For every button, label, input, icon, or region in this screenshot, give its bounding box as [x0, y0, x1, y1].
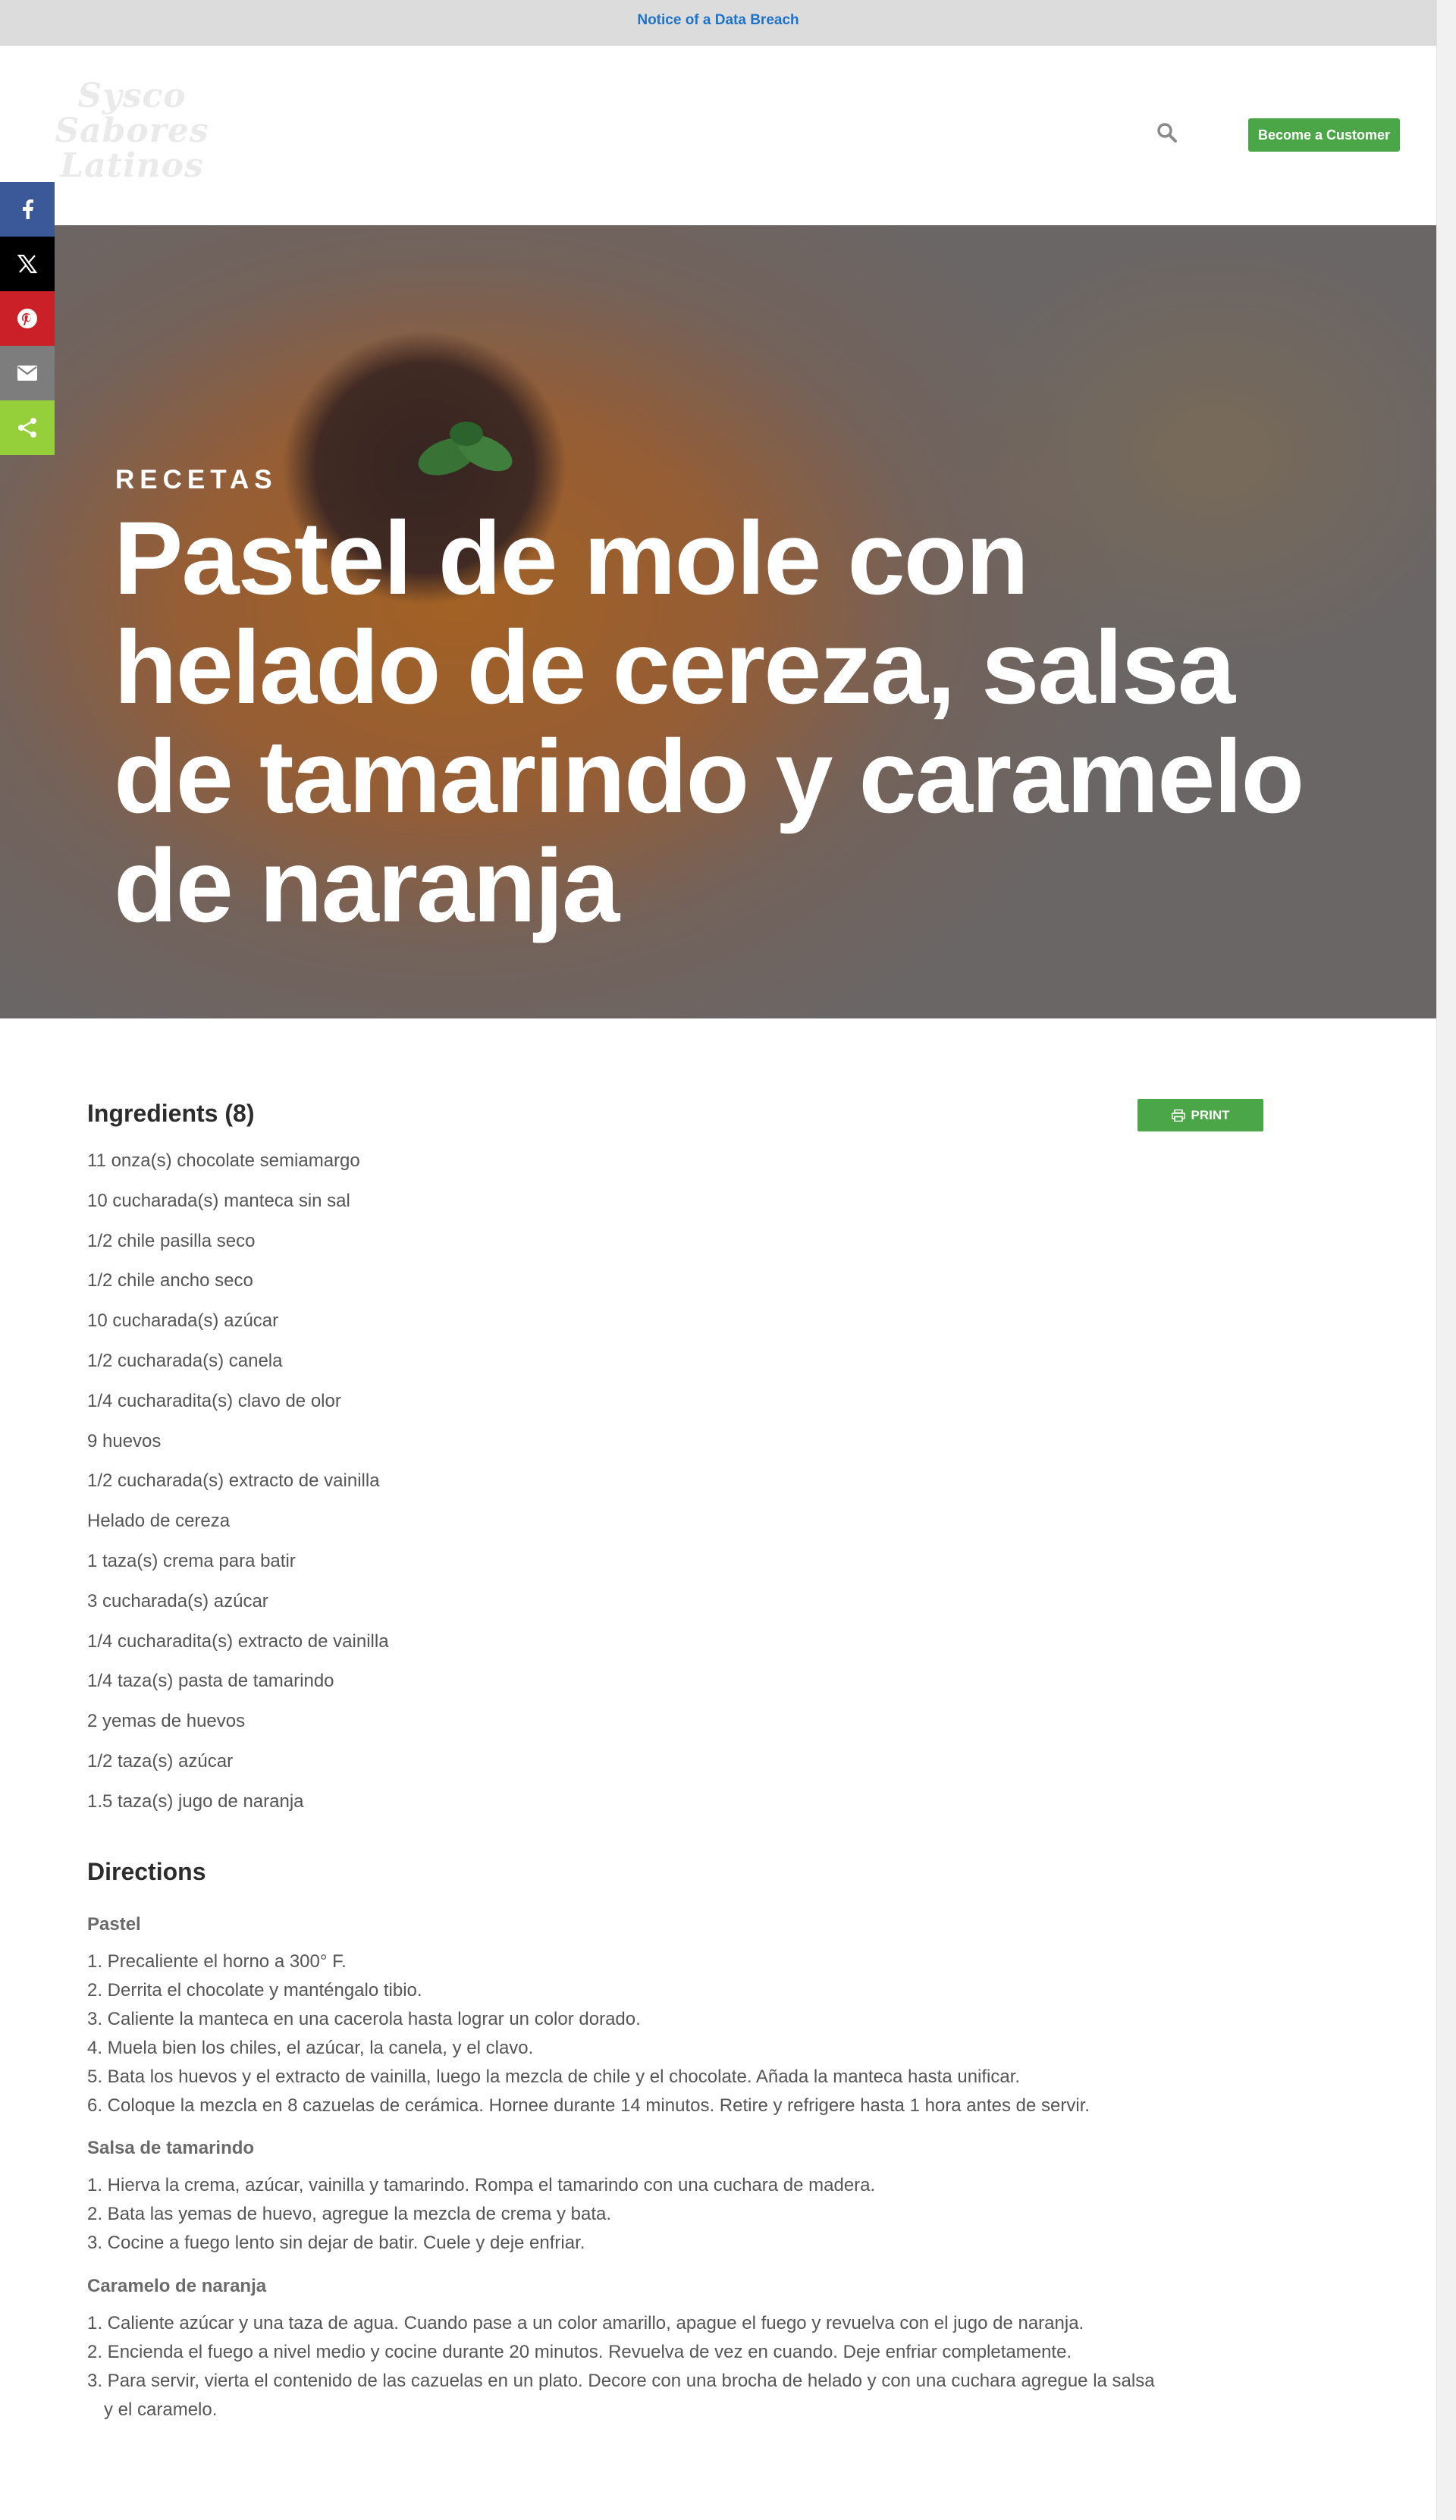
ingredient-item: 1/2 cucharada(s) canela: [87, 1350, 283, 1371]
step-item: 1. Caliente azúcar y una taza de agua. C…: [87, 2313, 1084, 2333]
site-header: Sysco Sabores Latinos Become a Customer: [0, 46, 1436, 225]
step-item: 6. Coloque la mezcla en 8 cazuelas de ce…: [87, 2095, 1090, 2116]
step-item: 2. Derrita el chocolate y manténgalo tib…: [87, 1980, 422, 2001]
ingredient-item: 9 huevos: [87, 1430, 162, 1451]
data-breach-notice-link[interactable]: Notice of a Data Breach: [637, 0, 799, 41]
site-logo[interactable]: Sysco Sabores Latinos: [44, 79, 220, 193]
email-icon: [17, 366, 37, 381]
more-share-button[interactable]: [0, 400, 55, 455]
steps-list: 1. Precaliente el horno a 300° F. 2. Der…: [87, 1947, 1164, 2120]
ingredient-item: 10 cucharada(s) manteca sin sal: [87, 1190, 350, 1211]
logo-text: Sysco Sabores Latinos: [55, 77, 209, 185]
become-customer-button[interactable]: Become a Customer: [1248, 118, 1400, 152]
directions-section-pastel: Pastel 1. Precaliente el horno a 300° F.…: [87, 1913, 1164, 2120]
notice-bar: Notice of a Data Breach: [0, 0, 1436, 46]
step-item: 1. Precaliente el horno a 300° F.: [87, 1951, 347, 1972]
email-share-button[interactable]: [0, 346, 55, 400]
step-item: 2. Encienda el fuego a nivel medio y coc…: [87, 2342, 1072, 2362]
ingredient-item: 11 onza(s) chocolate semiamargo: [87, 1150, 360, 1171]
ingredient-item: 1/2 taza(s) azúcar: [87, 1750, 234, 1772]
print-label: PRINT: [1191, 1107, 1230, 1122]
pinterest-share-button[interactable]: [0, 291, 55, 346]
page-scrollbar[interactable]: [1436, 0, 1456, 2520]
hero-banner: RECETAS Pastel de mole con helado de cer…: [0, 225, 1436, 1018]
step-item: 3. Para servir, vierta el contenido de l…: [87, 2371, 1155, 2420]
pinterest-icon: [17, 309, 37, 328]
hero-category: RECETAS: [115, 465, 278, 494]
ingredient-item: 1.5 taza(s) jugo de naranja: [87, 1790, 304, 1812]
step-item: 4. Muela bien los chiles, el azúcar, la …: [87, 2038, 534, 2058]
printer-icon: [1171, 1109, 1185, 1122]
ingredient-item: Helado de cereza: [87, 1511, 231, 1532]
x-share-button[interactable]: [0, 237, 55, 291]
ingredient-item: 2 yemas de huevos: [87, 1711, 246, 1732]
ingredient-item: 1/4 cucharadita(s) clavo de olor: [87, 1390, 341, 1411]
facebook-share-button[interactable]: [0, 182, 55, 237]
ingredient-item: 3 cucharada(s) azúcar: [87, 1590, 268, 1611]
step-item: 3. Caliente la manteca en una cacerola h…: [87, 2009, 641, 2029]
share-icon: [18, 418, 36, 438]
step-item: 5. Bata los huevos y el extracto de vain…: [87, 2067, 1021, 2087]
section-heading: Caramelo de naranja: [87, 2276, 267, 2296]
x-icon: [17, 254, 37, 274]
steps-list: 1. Hierva la crema, azúcar, vainilla y t…: [87, 2171, 1164, 2258]
recipe-title: Pastel de mole con helado de cereza, sal…: [114, 501, 1304, 944]
directions-section-salsa: Salsa de tamarindo 1. Hierva la crema, a…: [87, 2136, 1164, 2258]
print-button[interactable]: PRINT: [1138, 1099, 1263, 1131]
directions-heading: Directions: [87, 1858, 206, 1885]
section-heading: Salsa de tamarindo: [87, 2138, 255, 2158]
ingredient-item: 1/2 cucharada(s) extracto de vainilla: [87, 1470, 380, 1492]
step-item: 1. Hierva la crema, azúcar, vainilla y t…: [87, 2175, 876, 2195]
ingredients-heading: Ingredients (8): [87, 1100, 255, 1127]
ingredients-list: 11 onza(s) chocolate semiamargo 10 cucha…: [87, 1151, 389, 1832]
ingredient-item: 1/2 chile ancho seco: [87, 1270, 253, 1291]
ingredient-item: 1/4 taza(s) pasta de tamarindo: [87, 1671, 334, 1692]
ingredient-item: 1 taza(s) crema para batir: [87, 1550, 296, 1571]
facebook-icon: [23, 199, 33, 219]
search-icon[interactable]: [1156, 121, 1178, 144]
ingredient-item: 1/2 chile pasilla seco: [87, 1230, 256, 1251]
directions-section-caramelo: Caramelo de naranja 1. Caliente azúcar y…: [87, 2274, 1164, 2424]
steps-list: 1. Caliente azúcar y una taza de agua. C…: [87, 2309, 1164, 2424]
step-item: 3. Cocine a fuego lento sin dejar de bat…: [87, 2233, 585, 2253]
ingredient-item: 1/4 cucharadita(s) extracto de vainilla: [87, 1630, 389, 1652]
share-rail: [0, 182, 55, 455]
step-item: 2. Bata las yemas de huevo, agregue la m…: [87, 2204, 612, 2224]
section-heading: Pastel: [87, 1914, 141, 1935]
ingredient-item: 10 cucharada(s) azúcar: [87, 1310, 279, 1332]
